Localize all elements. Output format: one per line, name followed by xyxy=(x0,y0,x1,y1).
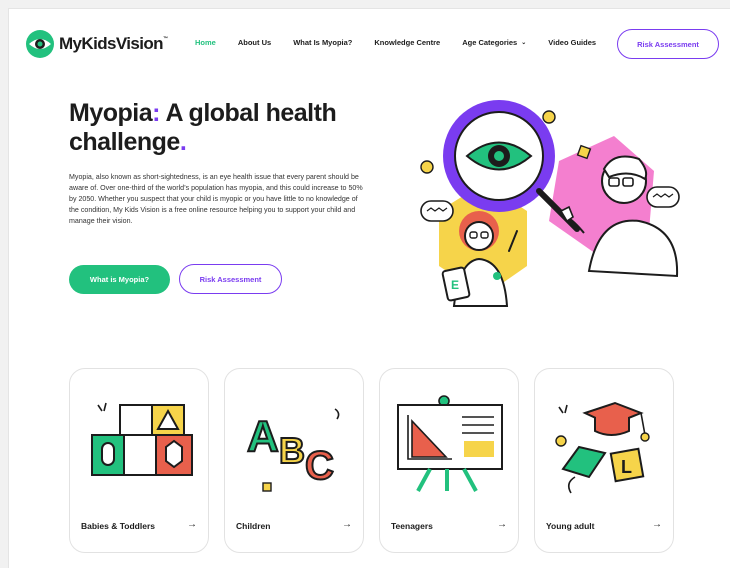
nav-age-categories-label: Age Categories xyxy=(462,38,518,47)
yellow-dot-decoration xyxy=(420,160,434,174)
svg-text:C: C xyxy=(305,444,334,488)
age-card-babies-toddlers[interactable]: Babies & Toddlers → xyxy=(69,368,209,553)
whiteboard-icon xyxy=(397,395,503,492)
nav-what-is-myopia[interactable]: What Is Myopia? xyxy=(293,38,352,47)
nav-video-guides[interactable]: Video Guides xyxy=(548,38,596,47)
nav-home[interactable]: Home xyxy=(195,38,216,47)
page: MyKidsVision™ Home About Us What Is Myop… xyxy=(8,8,730,568)
yellow-dot-decoration xyxy=(542,110,556,124)
card-label: Teenagers xyxy=(391,521,433,531)
nav-about-us[interactable]: About Us xyxy=(238,38,271,47)
abc-letters-icon: A B C xyxy=(246,408,340,492)
main-nav: Home About Us What Is Myopia? Knowledge … xyxy=(195,38,618,47)
svg-text:B: B xyxy=(279,430,305,471)
blocks-icon xyxy=(91,402,193,476)
nav-knowledge-centre[interactable]: Knowledge Centre xyxy=(374,38,440,47)
card-label: Young adult xyxy=(546,521,595,531)
age-card-children[interactable]: A B C Children → xyxy=(224,368,364,553)
arrow-right-icon[interactable]: → xyxy=(652,519,662,530)
eye-logo-icon xyxy=(26,30,54,58)
risk-assessment-button[interactable]: Risk Assessment xyxy=(179,264,282,294)
speech-bubble-icon xyxy=(420,200,454,222)
graduation-cap-icon: L xyxy=(555,401,650,494)
arrow-right-icon[interactable]: → xyxy=(187,519,197,530)
svg-text:E: E xyxy=(451,278,459,292)
what-is-myopia-button[interactable]: What is Myopia? xyxy=(69,265,170,294)
svg-text:A: A xyxy=(247,412,279,461)
age-card-teenagers[interactable]: Teenagers → xyxy=(379,368,519,553)
hero-title: Myopia: A global health challenge. xyxy=(69,99,337,156)
hero-description: Myopia, also known as short-sightedness,… xyxy=(69,173,363,225)
brand-name: MyKidsVision™ xyxy=(59,34,168,53)
arrow-right-icon[interactable]: → xyxy=(342,519,352,530)
arrow-right-icon[interactable]: → xyxy=(497,519,507,530)
speech-bubble-icon xyxy=(646,186,680,208)
hero-illustration: E xyxy=(420,100,680,307)
age-card-young-adult[interactable]: L Young adult → xyxy=(534,368,674,553)
chevron-down-icon: ⌄ xyxy=(521,40,527,46)
risk-assessment-nav-button[interactable]: Risk Assessment xyxy=(617,29,719,59)
card-label: Babies & Toddlers xyxy=(81,521,155,531)
nav-age-categories[interactable]: Age Categories ⌄ xyxy=(462,38,526,47)
svg-text:L: L xyxy=(621,457,632,477)
card-label: Children xyxy=(236,521,271,531)
brand-logo[interactable]: MyKidsVision™ xyxy=(25,29,168,59)
